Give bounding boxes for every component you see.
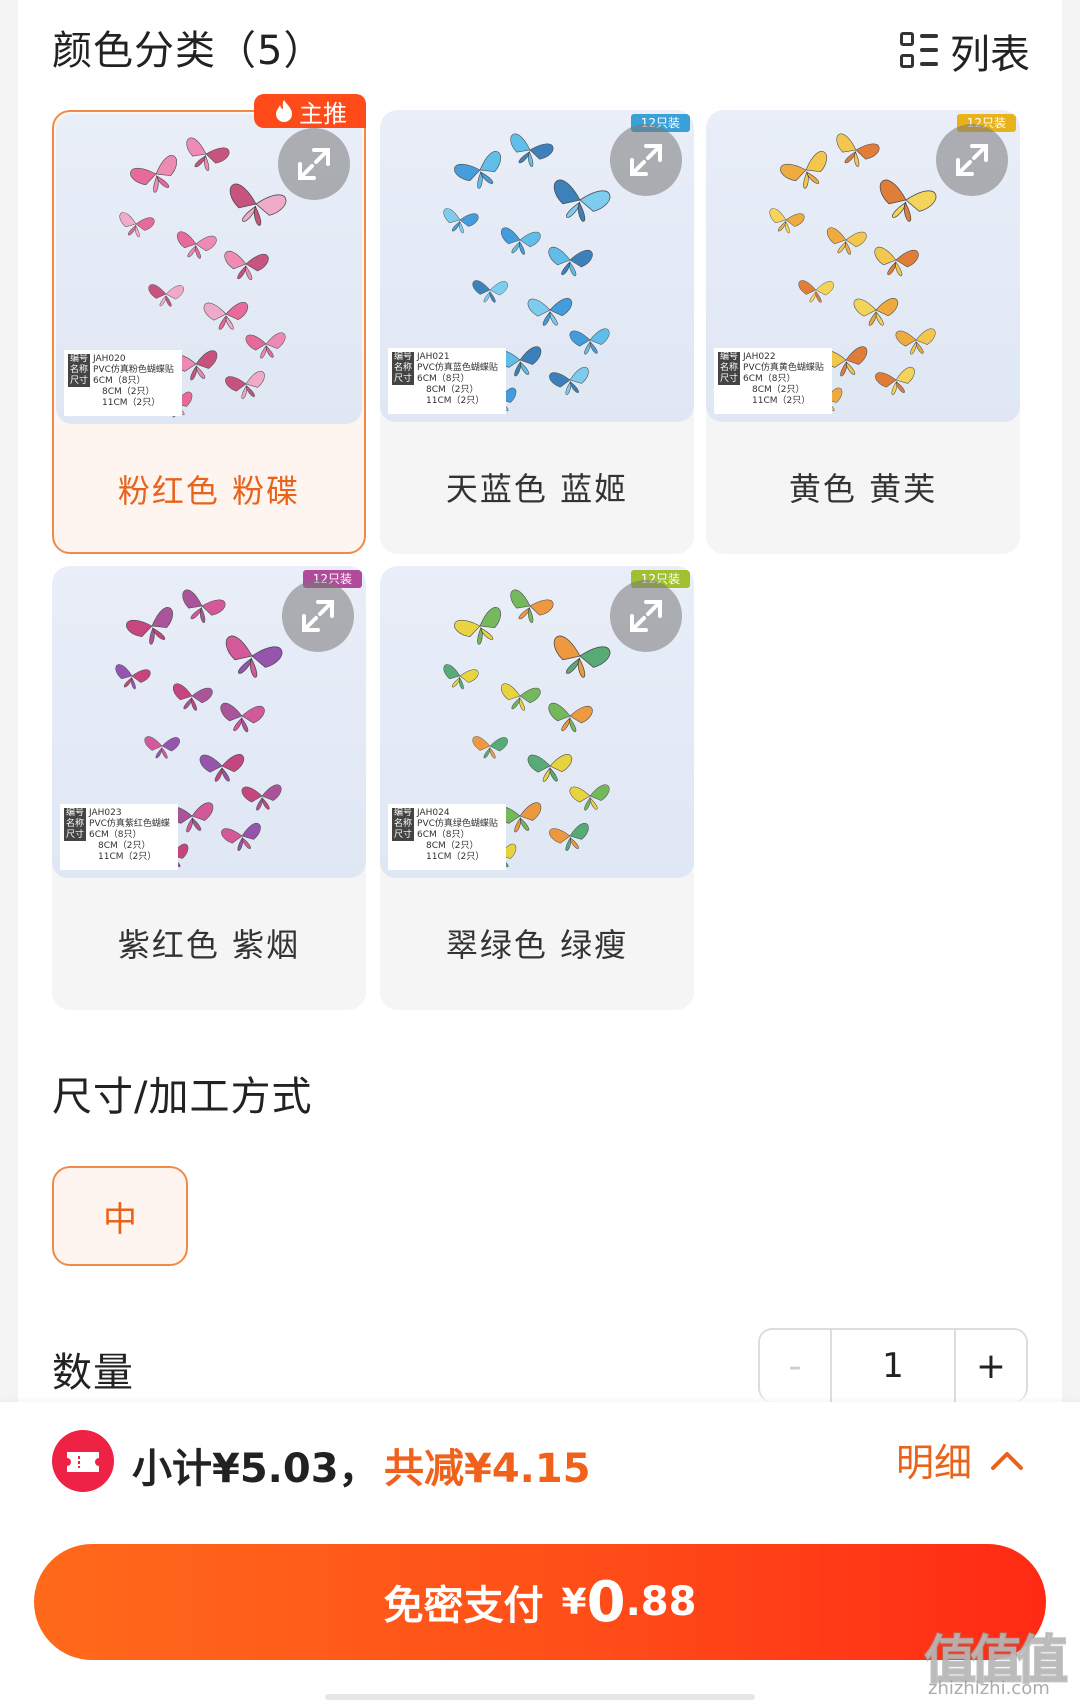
subtotal-text: 小计¥5.03，: [132, 1446, 379, 1492]
panel-right-edge: [1062, 0, 1080, 1402]
product-thumbnail: 12只装 编号 JAH024 名称 PVC仿真绿色蝴蝶贴 尺寸 6CM（8只） 8CM（2只）…: [380, 566, 694, 878]
color-option-card[interactable]: 12只装 编号 JAH022 名称 PVC仿真黄色蝴蝶贴 尺寸 6CM（8只） 8CM（2只）…: [706, 110, 1020, 554]
chevron-up-icon: [991, 1451, 1023, 1470]
list-icon: [900, 30, 940, 72]
list-view-toggle[interactable]: 列表: [900, 22, 1030, 80]
home-indicator: [325, 1694, 755, 1700]
expand-icon[interactable]: [278, 128, 350, 200]
expand-icon[interactable]: [610, 124, 682, 196]
color-option-card[interactable]: 编号 JAH020 名称 PVC仿真粉色蝴蝶贴 尺寸 6CM（8只） 8CM（2只） 11CM…: [52, 110, 366, 554]
discount-text: 共减¥4.15: [384, 1446, 591, 1492]
pay-amount-decimal: .88: [625, 1579, 697, 1625]
quantity-input[interactable]: 1: [832, 1330, 954, 1402]
detail-label: 明细: [895, 1441, 972, 1485]
watermark: 值值值 zhizhizhi.com: [923, 1618, 1072, 1704]
main-push-badge: 主推: [254, 94, 366, 128]
coupon-icon: [52, 1430, 114, 1492]
quantity-increase-button[interactable]: +: [954, 1330, 1026, 1402]
quantity-title: 数量: [52, 1350, 134, 1396]
size-section-title: 尺寸/加工方式: [52, 1074, 313, 1120]
expand-icon[interactable]: [610, 580, 682, 652]
product-info-label: 编号 JAH023 名称 PVC仿真紫红色蝴蝶 尺寸 6CM（8只） 8CM（2只） 11CM…: [60, 804, 178, 870]
color-option-label: 紫红色 紫烟: [117, 926, 301, 964]
pay-button[interactable]: 免密支付 ¥ 0 .88: [34, 1544, 1046, 1660]
expand-icon[interactable]: [936, 124, 1008, 196]
color-option-label: 翠绿色 绿瘦: [445, 926, 629, 964]
watermark-url: zhizhizhi.com: [928, 1678, 1050, 1699]
color-section-title: 颜色分类（5）: [52, 28, 325, 74]
flame-icon: [276, 100, 292, 122]
product-thumbnail: 编号 JAH020 名称 PVC仿真粉色蝴蝶贴 尺寸 6CM（8只） 8CM（2只） 11CM…: [56, 114, 362, 424]
color-option-label: 天蓝色 蓝姬: [445, 470, 629, 508]
product-info-label: 编号 JAH020 名称 PVC仿真粉色蝴蝶贴 尺寸 6CM（8只） 8CM（2只） 11CM…: [64, 350, 182, 416]
pay-currency: ¥: [561, 1581, 587, 1623]
size-option-medium[interactable]: 中: [52, 1166, 188, 1266]
color-option-label: 粉红色 粉碟: [117, 472, 301, 510]
pay-button-label: 免密支付: [383, 1583, 544, 1629]
color-option-card[interactable]: 12只装 编号 JAH024 名称 PVC仿真绿色蝴蝶贴 尺寸 6CM（8只） 8CM（2只）…: [380, 566, 694, 1010]
product-info-label: 编号 JAH021 名称 PVC仿真蓝色蝴蝶贴 尺寸 6CM（8只） 8CM（2只） 11CM…: [388, 348, 506, 414]
product-info-label: 编号 JAH022 名称 PVC仿真黄色蝴蝶贴 尺寸 6CM（8只） 8CM（2只） 11CM…: [714, 348, 832, 414]
panel-left-edge: [0, 0, 18, 1402]
product-thumbnail: 12只装 编号 JAH023 名称 PVC仿真紫红色蝴蝶 尺寸 6CM（8只） 8CM（2只）…: [52, 566, 366, 878]
color-option-label: 黄色 黄芙: [788, 470, 938, 508]
pay-amount-integer: 0: [586, 1569, 626, 1635]
color-option-card[interactable]: 12只装 编号 JAH021 名称 PVC仿真蓝色蝴蝶贴 尺寸 6CM（8只） 8CM（2只）…: [380, 110, 694, 554]
product-info-label: 编号 JAH024 名称 PVC仿真绿色蝴蝶贴 尺寸 6CM（8只） 8CM（2只） 11CM…: [388, 804, 506, 870]
quantity-decrease-button[interactable]: -: [760, 1330, 832, 1402]
product-thumbnail: 12只装 编号 JAH021 名称 PVC仿真蓝色蝴蝶贴 尺寸 6CM（8只） 8CM（2只）…: [380, 110, 694, 422]
product-thumbnail: 12只装 编号 JAH022 名称 PVC仿真黄色蝴蝶贴 尺寸 6CM（8只） 8CM（2只）…: [706, 110, 1020, 422]
list-view-label: 列表: [950, 32, 1030, 78]
color-option-card[interactable]: 12只装 编号 JAH023 名称 PVC仿真紫红色蝴蝶 尺寸 6CM（8只） 8CM（2只）…: [52, 566, 366, 1010]
detail-toggle[interactable]: 明细: [896, 1432, 1024, 1487]
quantity-stepper: - 1 +: [758, 1328, 1028, 1402]
expand-icon[interactable]: [282, 580, 354, 652]
